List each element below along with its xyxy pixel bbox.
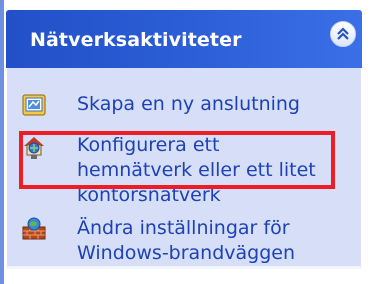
panel-title: Nätverksaktiviteter bbox=[30, 29, 242, 51]
panel-bottom-edge bbox=[6, 266, 362, 269]
task-label-line: Ändra inställningar för bbox=[77, 217, 290, 239]
task-label-line: Windows-brandväggen bbox=[77, 242, 296, 264]
collapse-button[interactable] bbox=[330, 21, 356, 47]
task-label[interactable]: Skapa en ny anslutning bbox=[77, 92, 300, 117]
double-chevron-up-icon bbox=[337, 27, 349, 40]
task-label[interactable]: Ändra inställningar för Windows-brandväg… bbox=[77, 216, 295, 266]
task-label-line: kontorsnätverk bbox=[77, 184, 221, 206]
task-label-line: Skapa en ny anslutning bbox=[77, 93, 300, 115]
left-border-strip bbox=[0, 0, 4, 284]
task-label-line: hemnätverk eller ett litet bbox=[77, 159, 316, 181]
new-connection-icon bbox=[21, 92, 47, 118]
task-label[interactable]: Konfigurera ett hemnätverk eller ett lit… bbox=[77, 133, 316, 208]
panel-header[interactable]: Nätverksaktiviteter bbox=[6, 10, 362, 68]
task-label-line: Konfigurera ett bbox=[77, 134, 220, 156]
network-tasks-panel: Nätverksaktiviteter Skapa en ny anslutni… bbox=[6, 10, 362, 268]
home-network-icon bbox=[21, 133, 47, 159]
panel-body: Skapa en ny anslutning Konfigurera ett h… bbox=[6, 68, 362, 268]
firewall-icon bbox=[21, 216, 47, 242]
